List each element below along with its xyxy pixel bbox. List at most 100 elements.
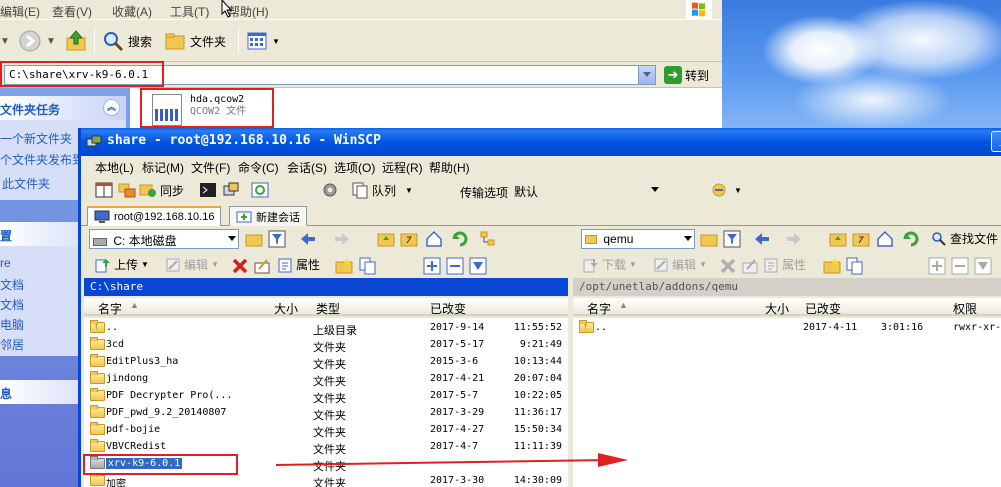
home-icon[interactable] [876,230,894,248]
local-file-row[interactable]: pdf-bojie 文件夹 2017-4-27 15:50:34 [84,422,568,439]
menu-session[interactable]: 会话(S) [287,159,327,176]
tree-view-icon[interactable] [479,230,497,248]
delete-icon[interactable] [719,257,737,275]
transfer-options-select[interactable]: 默认 [511,181,661,201]
col-size-local[interactable]: 大小 [274,300,298,317]
col-permissions-remote[interactable]: 权限 [953,300,977,317]
refresh-icon[interactable] [902,230,920,248]
place-link-share[interactable]: re [0,256,11,270]
task-link-share-folder[interactable]: 此文件夹 [2,175,50,192]
col-name-remote[interactable]: 名字 [587,300,611,317]
refresh-window-icon[interactable] [251,181,269,199]
new-folder-icon[interactable] [823,257,841,275]
parent-directory-icon[interactable] [829,230,847,248]
edit-button-remote[interactable]: 编辑 ▼ [653,256,707,273]
local-file-row[interactable]: PDF_pwd_9.2_20140807 文件夹 2017-3-29 11:36:17 [84,405,568,422]
col-size-remote[interactable]: 大小 [765,300,789,317]
collapse-chevron-icon[interactable]: ︽ [103,99,120,116]
properties-button-local[interactable]: 属性 [277,256,320,273]
menu-view[interactable]: 查看(V) [52,3,92,20]
filter-select-icon[interactable] [974,257,992,275]
local-file-row[interactable]: .. 上级目录 2017-9-14 11:55:52 [84,320,568,337]
edit-button-local[interactable]: 编辑 ▼ [165,256,219,273]
transfer-settings-button[interactable]: ▼ [711,181,742,199]
local-file-row[interactable]: 加密 文件夹 2017-3-30 14:30:09 [84,473,568,487]
select-all-icon[interactable] [928,257,946,275]
download-button[interactable]: 下载 ▼ [583,256,637,273]
rename-icon[interactable] [741,257,759,275]
go-button[interactable]: ➜ 转到 [664,66,709,84]
queue-button[interactable]: 队列 ▼ [351,181,413,199]
root-directory-icon[interactable] [852,230,870,248]
back-arrow-icon[interactable] [753,230,771,248]
synchronize-button[interactable]: 同步 [139,181,184,199]
delete-icon[interactable] [231,257,249,275]
back-button[interactable]: ▼ [0,29,10,53]
search-button[interactable]: 搜索 [102,29,152,53]
local-file-row[interactable]: PDF Decrypter Pro(... 文件夹 2017-5-7 10:22:05 [84,388,568,405]
refresh-icon[interactable] [451,230,469,248]
col-modified-local[interactable]: 已改变 [430,300,466,317]
up-folder-button[interactable] [64,29,88,53]
forward-arrow-icon[interactable] [785,230,803,248]
find-files-button[interactable]: 查找文件 [931,230,998,247]
col-name-local[interactable]: 名字 [98,300,122,317]
filter-icon[interactable] [723,230,741,248]
menu-favorites[interactable]: 收藏(A) [112,3,152,20]
forward-button[interactable]: ▼ [18,29,56,53]
col-modified-remote[interactable]: 已改变 [805,300,841,317]
root-directory-icon[interactable] [400,230,418,248]
forward-arrow-icon[interactable] [333,230,351,248]
putty-icon[interactable] [222,181,240,199]
commander-interface-icon[interactable] [95,181,113,199]
menu-remote[interactable]: 远程(R) [382,159,423,176]
place-link-network-places[interactable]: 邻居 [0,336,24,353]
menu-local[interactable]: 本地(L) [95,159,134,176]
task-link-new-folder[interactable]: 一个新文件夹 [0,130,72,147]
home-icon[interactable] [425,230,443,248]
remote-folder-select[interactable]: qemu [581,229,695,249]
menu-edit[interactable]: 编辑(E) [0,3,40,20]
open-folder-icon[interactable] [245,230,263,248]
menu-mark[interactable]: 标记(M) [142,159,184,176]
menu-tools[interactable]: 工具(T) [170,3,209,20]
folder-tasks-header[interactable]: 文件夹任务 ︽ [0,96,126,120]
unselect-all-icon[interactable] [446,257,464,275]
copy-icon[interactable] [359,257,377,275]
menu-options[interactable]: 选项(O) [334,159,375,176]
tab-session-root[interactable]: root@192.168.10.16 [87,206,222,226]
local-file-row[interactable]: 3cd 文件夹 2017-5-17 9:21:49 [84,337,568,354]
select-all-icon[interactable] [423,257,441,275]
place-link-shared-documents[interactable]: 文档 [0,296,24,313]
back-arrow-icon[interactable] [299,230,317,248]
remote-file-row[interactable]: .. 2017-4-11 3:01:16 rwxr-xr-x [573,320,1001,337]
minimize-button[interactable]: _ [991,131,1001,152]
local-drive-select[interactable]: C: 本地磁盘 [89,229,239,249]
menu-commands[interactable]: 命令(C) [238,159,279,176]
parent-directory-icon[interactable] [377,230,395,248]
filter-icon[interactable] [268,230,286,248]
rename-icon[interactable] [253,257,271,275]
place-link-my-computer[interactable]: 电脑 [0,316,24,333]
address-dropdown-button[interactable] [638,66,655,84]
place-link-my-documents[interactable]: 文档 [0,276,24,293]
unselect-all-icon[interactable] [951,257,969,275]
console-icon[interactable] [199,181,217,199]
local-file-row[interactable]: jindong 文件夹 2017-4-21 20:07:04 [84,371,568,388]
menu-help[interactable]: 帮助(H) [429,159,470,176]
filter-select-icon[interactable] [469,257,487,275]
compare-directories-icon[interactable] [118,181,136,199]
open-folder-icon[interactable] [700,230,718,248]
task-link-publish-folder[interactable]: 个文件夹发布到 [0,151,84,168]
menu-file[interactable]: 文件(F) [191,159,230,176]
col-type-local[interactable]: 类型 [316,300,340,317]
copy-icon[interactable] [846,257,864,275]
views-button[interactable]: ▼ [246,29,280,53]
new-folder-icon[interactable] [335,257,353,275]
folders-button[interactable]: 文件夹 [164,29,226,53]
tab-new-session[interactable]: 新建会话 [229,206,307,226]
properties-button-remote[interactable]: 属性 [763,256,806,273]
local-file-row[interactable]: EditPlus3_ha 文件夹 2015-3-6 10:13:44 [84,354,568,371]
settings-gear-icon[interactable] [321,181,339,199]
upload-button[interactable]: 上传 ▼ [95,256,149,273]
